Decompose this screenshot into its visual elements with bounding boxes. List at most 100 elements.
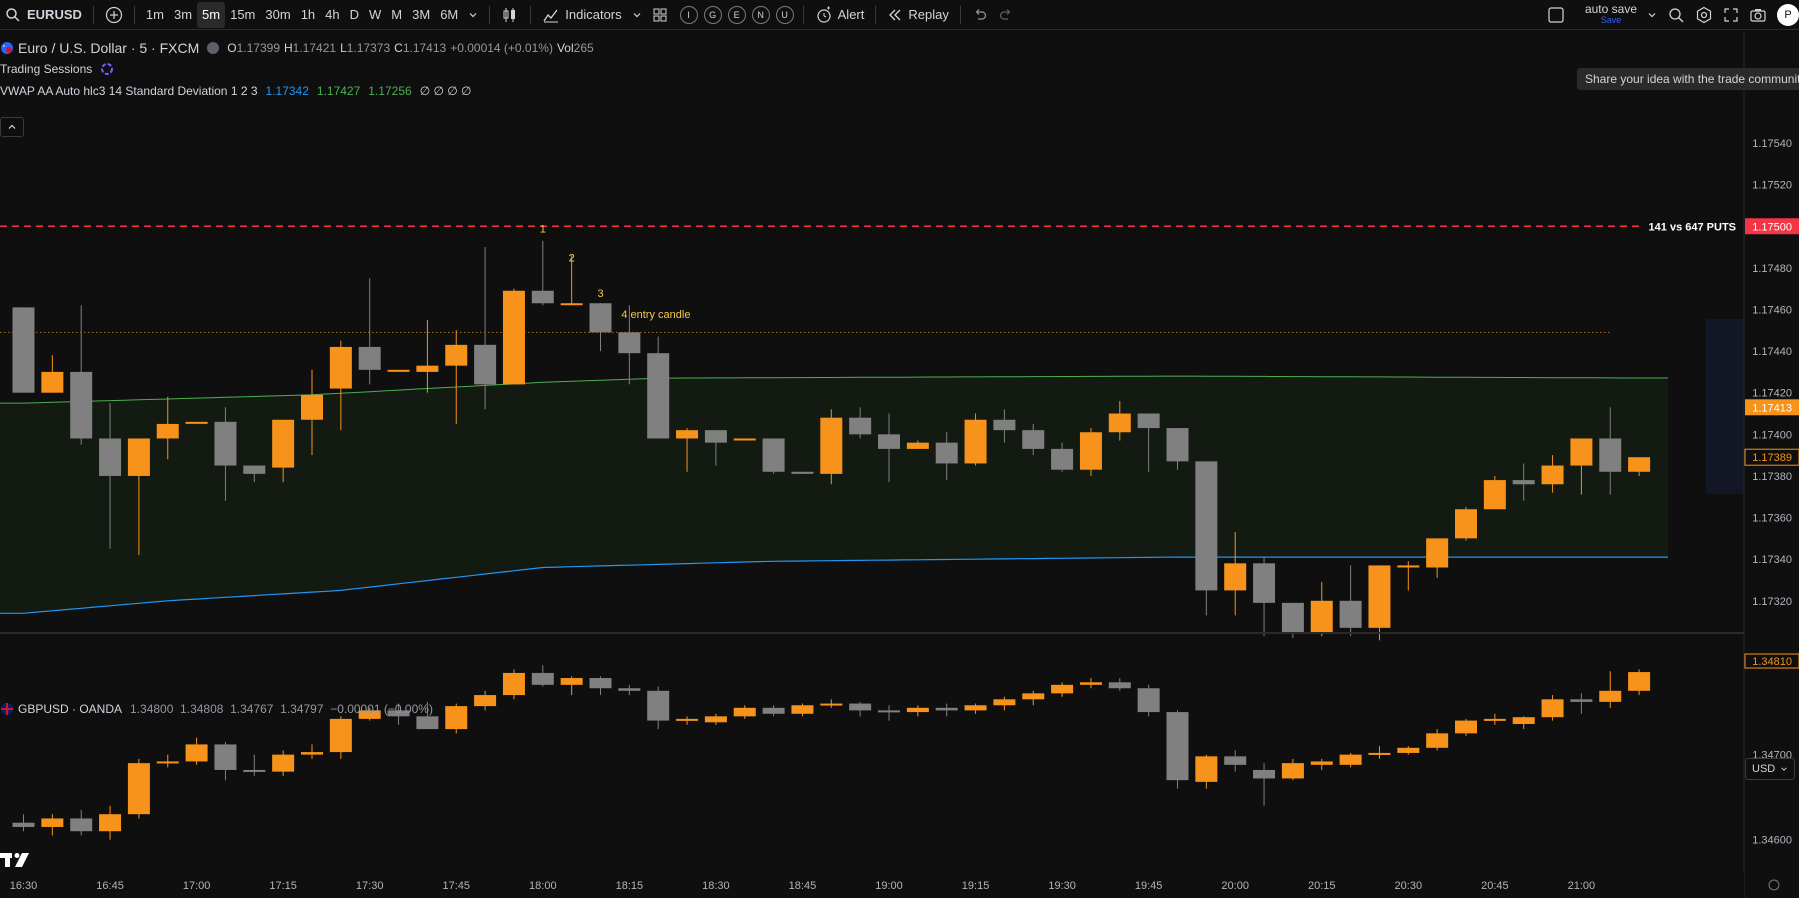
alert-button[interactable]: Alert — [810, 2, 870, 28]
autosave-dropdown-button[interactable] — [1642, 2, 1662, 28]
interval-30m[interactable]: 30m — [260, 2, 295, 28]
interval-list: 1m 3m 5m 15m 30m 1h 4h D W M 3M 6M — [141, 1, 463, 28]
alert-label: Alert — [837, 7, 865, 22]
autosave-sublabel: Save — [1600, 14, 1622, 25]
grid-layout-icon — [653, 8, 667, 21]
interval-w[interactable]: W — [364, 2, 386, 28]
gbpusd-candle-body — [12, 822, 35, 827]
gbpusd-candle-body — [243, 769, 266, 772]
candle-body — [185, 421, 208, 424]
close-value: 1.17413 — [402, 41, 447, 55]
gbpusd-candle-body — [849, 703, 872, 711]
candle-body — [358, 346, 381, 370]
layout-select-button[interactable] — [1542, 2, 1570, 28]
collapse-legend-button[interactable] — [0, 117, 24, 137]
candle-body — [647, 353, 670, 439]
time-tick-label: 20:00 — [1221, 880, 1249, 892]
gbpusd-candle-body — [1281, 763, 1304, 779]
time-tick-label: 18:00 — [529, 880, 557, 892]
level-line-label: 141 vs 647 PUTS — [1649, 221, 1736, 233]
indicator-shortcut-g[interactable]: G — [703, 5, 722, 24]
chevron-down-icon — [633, 12, 641, 17]
compare-symbol-button[interactable] — [100, 2, 128, 28]
interval-m[interactable]: M — [386, 2, 407, 28]
gbpusd-candle-body — [156, 761, 179, 764]
candle-body — [474, 344, 497, 385]
divider — [959, 5, 961, 24]
gbpusd-candle-body — [531, 672, 554, 685]
layout-button[interactable] — [647, 2, 673, 28]
vwap-legend[interactable]: VWAP AA Auto hlc3 14 Standard Deviation … — [0, 84, 472, 98]
indicator-shortcut-e[interactable]: E — [727, 5, 746, 24]
gbpusd-candle-body — [878, 710, 900, 713]
trading-sessions-legend[interactable]: Trading Sessions — [0, 62, 114, 76]
autosave: auto save Save — [1585, 3, 1637, 26]
candle-annotation-1: 1 — [540, 223, 546, 235]
gbpusd-candle-body — [704, 716, 727, 723]
chart-type-button[interactable] — [496, 2, 524, 28]
divider — [530, 5, 532, 24]
volume-label: Vol — [556, 41, 574, 55]
candle-body — [1224, 563, 1247, 591]
interval-dropdown-button[interactable] — [463, 2, 483, 28]
interval-3m[interactable]: 3m — [169, 2, 197, 28]
quick-search-button[interactable] — [1662, 2, 1690, 28]
interval-6m[interactable]: 6M — [435, 2, 463, 28]
gbpusd-candle-body — [416, 716, 439, 730]
candle-body — [1455, 509, 1477, 539]
undo-button[interactable] — [967, 2, 993, 28]
main-series-title: Euro / U.S. Dollar · 5 · FXCM — [18, 40, 200, 56]
interval-15m[interactable]: 15m — [225, 2, 260, 28]
settings-button[interactable] — [1690, 2, 1718, 28]
vwap-empty-values: ∅ ∅ ∅ ∅ — [419, 84, 472, 98]
replay-button[interactable]: Replay — [882, 2, 953, 28]
gbpusd-candle-body — [329, 718, 352, 753]
interval-1h[interactable]: 1h — [296, 2, 320, 28]
gbpusd-candle-body — [272, 754, 295, 772]
snapshot-button[interactable] — [1744, 2, 1772, 28]
gbpusd-candle-body — [99, 814, 122, 832]
price-chart[interactable]: 141 vs 647 PUTS 1 2 3 4 entry candle 1.17540 1… — [0, 31, 1799, 898]
interval-d[interactable]: D — [345, 2, 364, 28]
price-tick-label: 1.17420 — [1752, 388, 1792, 400]
indicator-shortcuts: IGENU — [677, 5, 797, 24]
interval-4h[interactable]: 4h — [320, 2, 344, 28]
autosave-button[interactable]: auto save Save — [1580, 2, 1642, 28]
gbpusd-candle-body — [502, 672, 525, 696]
interval-1m[interactable]: 1m — [141, 2, 169, 28]
interval-5m[interactable]: 5m — [197, 1, 226, 28]
gear-icon — [1696, 6, 1712, 23]
gbpusd-price-tick-label: 1.34600 — [1752, 835, 1792, 847]
indicators-button[interactable]: Indicators — [537, 2, 626, 28]
vwap-value-2: 1.17427 — [316, 84, 361, 98]
chart-area[interactable]: 141 vs 647 PUTS 1 2 3 4 entry candle 1.17540 1… — [0, 31, 1799, 898]
indicator-shortcut-n[interactable]: N — [751, 5, 770, 24]
time-tick-label: 18:15 — [616, 880, 644, 892]
rewind-icon — [889, 9, 901, 20]
redo-button[interactable] — [993, 2, 1019, 28]
candle-body — [12, 307, 35, 393]
time-tick-label: 18:45 — [789, 880, 817, 892]
time-tick-label: 19:15 — [962, 880, 990, 892]
candle-body — [791, 471, 814, 474]
indicator-shortcut-i[interactable]: I — [679, 5, 698, 24]
price-tick-label: 1.17360 — [1752, 513, 1792, 525]
symbol-search-button[interactable]: EURUSD — [0, 2, 87, 28]
fullscreen-button[interactable] — [1718, 2, 1744, 28]
candles-icon — [503, 7, 516, 22]
interval-3m[interactable]: 3M — [407, 2, 435, 28]
gbpusd-current-tag-label: 1.34810 — [1752, 656, 1792, 668]
candle-body — [878, 434, 900, 449]
candle-body — [1570, 438, 1593, 466]
tradingview-logo-icon[interactable] — [0, 849, 34, 869]
indicator-shortcut-u[interactable]: U — [775, 5, 794, 24]
indicators-dropdown-button[interactable] — [627, 2, 647, 28]
candle-body — [1426, 538, 1449, 568]
legend-toggle-icon[interactable] — [207, 42, 220, 54]
candle-body — [1628, 457, 1651, 472]
profile-avatar-button[interactable]: P — [1772, 2, 1799, 28]
gbpusd-candle-body — [1512, 717, 1535, 724]
square-icon — [1548, 6, 1564, 23]
currency-select[interactable]: USD — [1745, 758, 1795, 780]
share-idea-tooltip: Share your idea with the trade community — [1577, 68, 1799, 90]
